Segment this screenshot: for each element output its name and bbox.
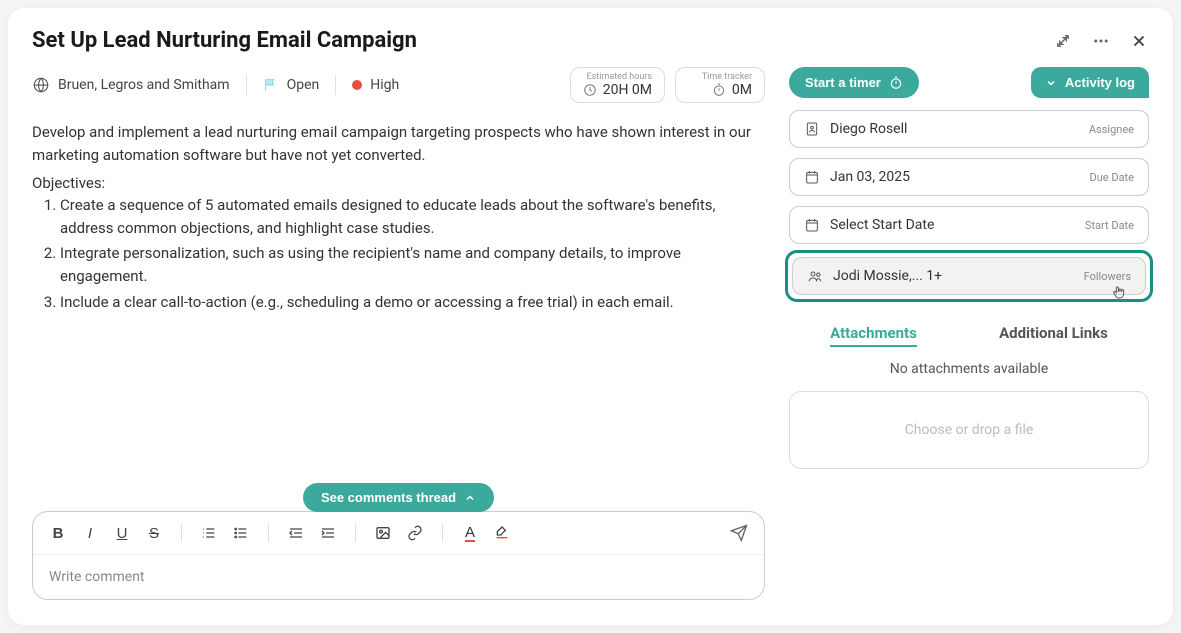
see-comments-button[interactable]: See comments thread	[303, 483, 494, 512]
estimated-label: Estimated hours	[587, 72, 652, 82]
start-timer-button[interactable]: Start a timer	[789, 67, 919, 98]
send-icon	[730, 524, 748, 542]
attachment-tabs: Attachments Additional Links	[789, 324, 1149, 347]
close-icon[interactable]	[1129, 31, 1149, 51]
followers-highlight: Jodi Mossie,... 1+ Followers	[785, 250, 1153, 302]
tab-attachments[interactable]: Attachments	[830, 324, 917, 347]
due-date-value: Jan 03, 2025	[830, 169, 910, 185]
meta-row: Bruen, Legros and Smitham Open High Esti…	[32, 67, 765, 103]
activity-log-button[interactable]: Activity log	[1031, 67, 1149, 98]
followers-field[interactable]: Jodi Mossie,... 1+ Followers	[792, 257, 1146, 295]
tracker-value: 0M	[732, 82, 752, 98]
time-tracker-box[interactable]: Time tracker 0M	[675, 67, 765, 103]
objective-item: Integrate personalization, such as using…	[60, 242, 765, 289]
objectives-list: Create a sequence of 5 automated emails …	[32, 194, 765, 316]
unordered-list-button[interactable]	[230, 522, 252, 544]
priority-dot-icon	[352, 80, 362, 90]
status-value: Open	[287, 77, 320, 93]
followers-label: Followers	[1084, 270, 1131, 283]
priority-chip[interactable]: High	[352, 77, 399, 93]
tracker-label: Time tracker	[702, 72, 752, 82]
person-icon	[804, 121, 820, 137]
assignee-field[interactable]: Diego Rosell Assignee	[789, 110, 1149, 148]
modal-header: Set Up Lead Nurturing Email Campaign	[32, 28, 1149, 53]
flag-icon	[263, 77, 279, 93]
underline-button[interactable]: U	[111, 522, 133, 544]
ordered-list-button[interactable]	[198, 522, 220, 544]
estimated-hours-box[interactable]: Estimated hours 20H 0M	[570, 67, 665, 103]
followers-value: Jodi Mossie,... 1+	[833, 268, 942, 284]
company-chip[interactable]: Bruen, Legros and Smitham	[32, 76, 230, 94]
objectives-title: Objectives:	[32, 174, 765, 192]
comments-section: See comments thread B I U S	[32, 483, 765, 600]
tab-additional-links[interactable]: Additional Links	[999, 324, 1108, 347]
more-icon[interactable]	[1091, 31, 1111, 51]
cursor-hand-icon	[1111, 284, 1127, 304]
no-attachments-text: No attachments available	[789, 361, 1149, 377]
objective-item: Create a sequence of 5 automated emails …	[60, 194, 765, 241]
company-icon	[32, 76, 50, 94]
chevron-down-icon	[1045, 77, 1057, 89]
start-date-value: Select Start Date	[830, 217, 934, 233]
priority-value: High	[370, 77, 399, 93]
objective-item: Include a clear call-to-action (e.g., sc…	[60, 291, 765, 314]
calendar-icon	[804, 217, 820, 233]
chevron-up-icon	[464, 492, 476, 504]
expand-icon[interactable]	[1053, 31, 1073, 51]
calendar-icon	[804, 169, 820, 185]
task-modal: Set Up Lead Nurturing Email Campaign Bru…	[8, 8, 1173, 625]
comment-input[interactable]: Write comment	[33, 555, 764, 599]
task-description: Develop and implement a lead nurturing e…	[32, 121, 765, 168]
status-chip[interactable]: Open	[263, 77, 320, 93]
file-dropzone[interactable]: Choose or drop a file	[789, 391, 1149, 469]
image-button[interactable]	[372, 522, 394, 544]
assignee-label: Assignee	[1089, 123, 1134, 136]
highlight-button[interactable]	[491, 522, 513, 544]
timer-icon	[889, 76, 903, 90]
start-date-field[interactable]: Select Start Date Start Date	[789, 206, 1149, 244]
outdent-button[interactable]	[285, 522, 307, 544]
link-button[interactable]	[404, 522, 426, 544]
indent-button[interactable]	[317, 522, 339, 544]
header-actions	[1053, 31, 1149, 51]
due-date-field[interactable]: Jan 03, 2025 Due Date	[789, 158, 1149, 196]
company-name: Bruen, Legros and Smitham	[58, 77, 230, 93]
stopwatch-icon	[712, 83, 726, 97]
bold-button[interactable]: B	[47, 522, 69, 544]
comment-toolbar: B I U S	[33, 512, 764, 555]
italic-button[interactable]: I	[79, 522, 101, 544]
clock-icon	[583, 83, 597, 97]
send-button[interactable]	[728, 522, 750, 544]
people-icon	[807, 268, 823, 284]
font-color-button[interactable]: A	[459, 522, 481, 544]
assignee-value: Diego Rosell	[830, 121, 907, 137]
due-date-label: Due Date	[1090, 171, 1134, 184]
task-title: Set Up Lead Nurturing Email Campaign	[32, 28, 417, 53]
start-date-label: Start Date	[1085, 219, 1134, 232]
strike-button[interactable]: S	[143, 522, 165, 544]
estimated-value: 20H 0M	[603, 82, 652, 98]
